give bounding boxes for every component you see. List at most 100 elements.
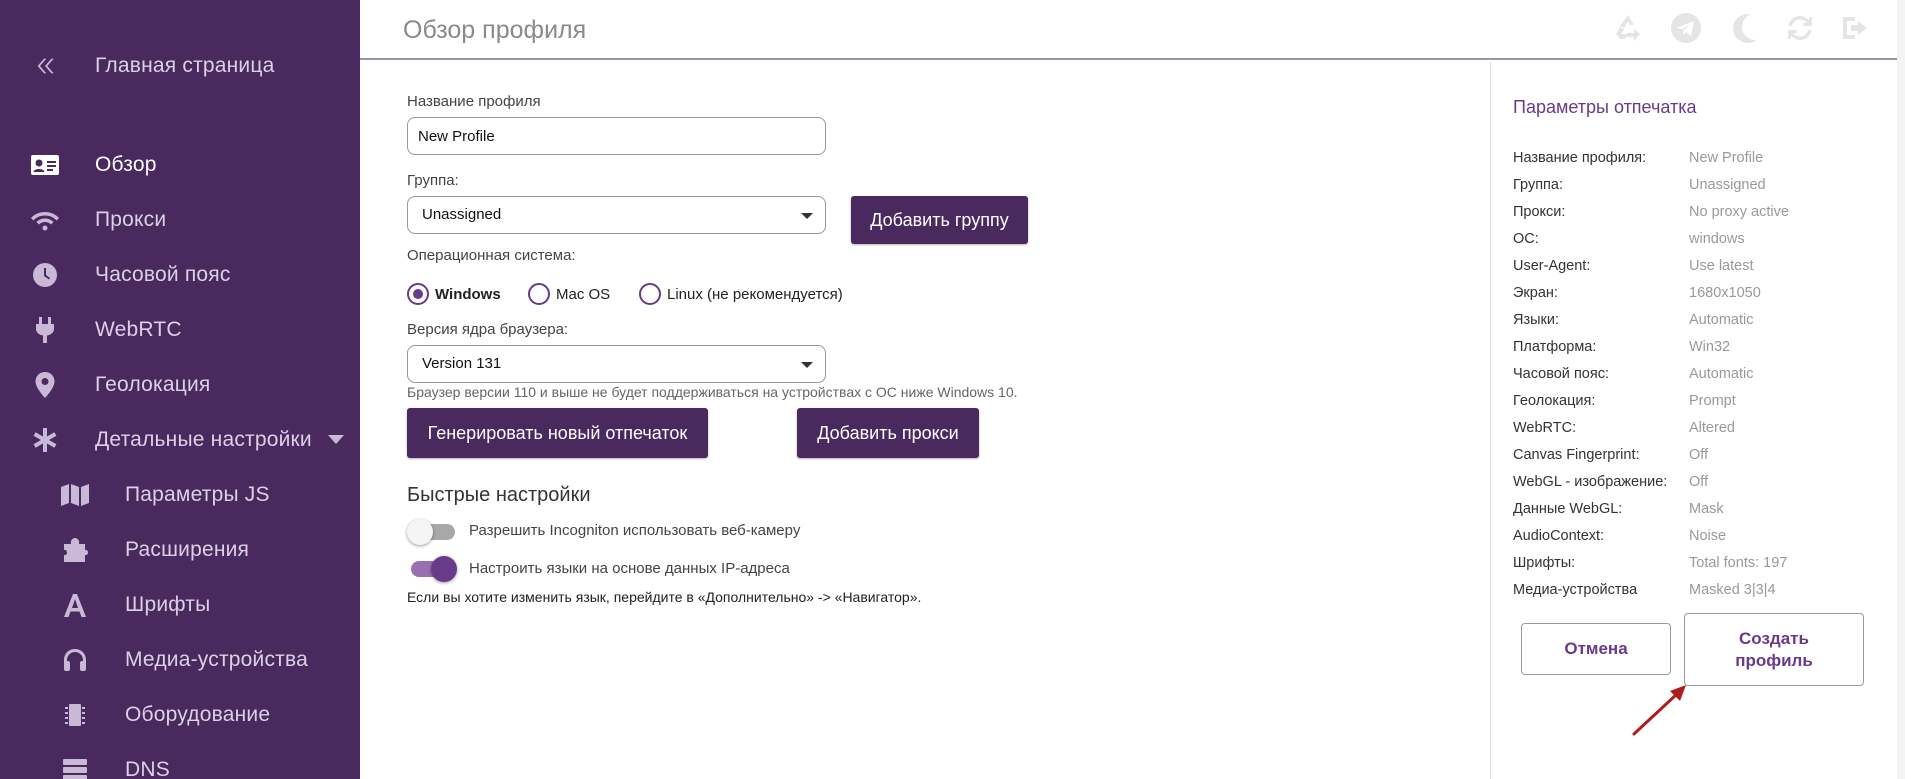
- moon-icon[interactable]: [1728, 12, 1760, 44]
- font-icon: [59, 589, 91, 621]
- wifi-icon: [29, 204, 61, 236]
- sidebar-item-extensions[interactable]: Расширения: [0, 525, 360, 575]
- quick-settings-title: Быстрые настройки: [407, 484, 591, 506]
- fingerprint-row: Платформа: Win32: [1513, 339, 1883, 366]
- sidebar: Главная страница Обзор Прокси Часовой по…: [0, 0, 360, 779]
- id-card-icon: [29, 149, 61, 181]
- ip-languages-toggle[interactable]: [407, 556, 457, 582]
- fingerprint-key: ОС:: [1513, 231, 1539, 247]
- fingerprint-value: Automatic: [1689, 366, 1754, 382]
- sidebar-item-label: Часовой пояс: [95, 263, 231, 286]
- browser-version-label: Версия ядра браузера:: [407, 321, 569, 338]
- fingerprint-row: Геолокация: Prompt: [1513, 393, 1883, 420]
- chip-icon: [59, 699, 91, 731]
- fingerprint-key: Canvas Fingerprint:: [1513, 447, 1640, 463]
- sidebar-item-geolocation[interactable]: Геолокация: [0, 360, 360, 410]
- os-radio-windows[interactable]: Windows: [407, 283, 501, 305]
- fingerprint-row: Название профиля: New Profile: [1513, 150, 1883, 177]
- fingerprint-row: AudioContext: Noise: [1513, 528, 1883, 555]
- toggle-knob: [431, 556, 457, 582]
- sidebar-item-fonts[interactable]: Шрифты: [0, 580, 360, 630]
- sidebar-item-label: Главная страница: [95, 54, 275, 77]
- os-label: Операционная система:: [407, 247, 576, 264]
- telegram-icon[interactable]: [1670, 12, 1702, 44]
- fingerprint-value: No proxy active: [1689, 204, 1789, 220]
- sign-out-icon[interactable]: [1840, 12, 1872, 44]
- add-proxy-button[interactable]: Добавить прокси: [797, 408, 979, 458]
- fingerprint-row: Группа: Unassigned: [1513, 177, 1883, 204]
- sidebar-item-dns[interactable]: DNS: [0, 745, 360, 779]
- toggle-knob: [407, 519, 433, 545]
- profile-name-input[interactable]: [407, 117, 826, 155]
- fingerprint-row: User-Agent: Use latest: [1513, 258, 1883, 285]
- fingerprint-value: Off: [1689, 474, 1709, 490]
- sidebar-item-home[interactable]: Главная страница: [0, 41, 360, 91]
- fingerprint-value: Total fonts: 197: [1689, 555, 1788, 571]
- caret-down-icon: [801, 213, 813, 219]
- add-group-button[interactable]: Добавить группу: [851, 196, 1028, 244]
- recycle-icon[interactable]: [1612, 12, 1644, 44]
- sidebar-item-label: WebRTC: [95, 318, 182, 341]
- os-radio-macos[interactable]: Mac OS: [528, 283, 610, 305]
- fingerprint-key: Группа:: [1513, 177, 1563, 193]
- language-note: Если вы хотите изменить язык, перейдите …: [407, 589, 922, 605]
- fingerprint-value: New Profile: [1689, 150, 1764, 166]
- generate-fingerprint-button[interactable]: Генерировать новый отпечаток: [407, 408, 708, 458]
- sidebar-item-media-devices[interactable]: Медиа-устройства: [0, 635, 360, 685]
- fingerprint-key: Медиа-устройства: [1513, 582, 1638, 598]
- clock-icon: [29, 259, 61, 291]
- profile-form: Название профиля Группа: Unassigned Доба…: [360, 62, 1490, 779]
- sidebar-item-hardware[interactable]: Оборудование: [0, 690, 360, 740]
- caret-down-icon: [801, 362, 813, 368]
- fingerprint-value: Automatic: [1689, 312, 1754, 328]
- group-label: Группа:: [407, 172, 459, 189]
- refresh-icon[interactable]: [1784, 12, 1816, 44]
- sidebar-item-advanced[interactable]: Детальные настройки: [0, 415, 360, 465]
- sidebar-item-timezone[interactable]: Часовой пояс: [0, 250, 360, 300]
- page-title: Обзор профиля: [403, 16, 587, 44]
- fingerprint-key: WebGL - изображение:: [1513, 474, 1668, 490]
- puzzle-icon: [59, 534, 91, 566]
- headphones-icon: [59, 644, 91, 676]
- cancel-button[interactable]: Отмена: [1521, 623, 1671, 675]
- sidebar-item-label: Шрифты: [125, 593, 211, 616]
- webcam-toggle[interactable]: [407, 519, 455, 545]
- create-profile-button[interactable]: Создать профиль: [1684, 613, 1864, 686]
- annotation-arrow-icon: [1632, 685, 1686, 736]
- scrollbar[interactable]: [1897, 0, 1905, 779]
- browser-version-select[interactable]: Version 131: [407, 345, 826, 383]
- fingerprint-value: Use latest: [1689, 258, 1754, 274]
- profile-name-label: Название профиля: [407, 93, 541, 110]
- os-radio-linux[interactable]: Linux (не рекомендуется): [639, 283, 843, 305]
- group-select[interactable]: Unassigned: [407, 196, 826, 234]
- fingerprint-value: Off: [1689, 447, 1709, 463]
- os-radio-label: Linux (не рекомендуется): [667, 285, 843, 303]
- chevron-down-icon: [328, 435, 344, 444]
- header-bar: Обзор профиля: [360, 0, 1897, 60]
- sidebar-item-label: Обзор: [95, 153, 157, 176]
- fingerprint-key: Прокси:: [1513, 204, 1566, 220]
- sidebar-item-proxy[interactable]: Прокси: [0, 195, 360, 245]
- asterisk-icon: [29, 424, 61, 456]
- fingerprint-row: WebRTC: Altered: [1513, 420, 1883, 447]
- map-pin-icon: [29, 369, 61, 401]
- sidebar-item-overview[interactable]: Обзор: [0, 140, 360, 190]
- sidebar-item-webrtc[interactable]: WebRTC: [0, 305, 360, 355]
- fingerprint-row: Прокси: No proxy active: [1513, 204, 1883, 231]
- fingerprint-key: Языки:: [1513, 312, 1560, 328]
- webcam-toggle-label: Разрешить Incogniton использовать веб-ка…: [469, 522, 801, 539]
- fingerprint-key: Название профиля:: [1513, 150, 1647, 166]
- fingerprint-value: 1680x1050: [1689, 285, 1761, 301]
- fingerprint-key: AudioContext:: [1513, 528, 1605, 544]
- browser-version-hint: Браузер версии 110 и выше не будет подде…: [407, 384, 1018, 400]
- fingerprint-summary-panel: Параметры отпечатка Название профиля: New…: [1490, 62, 1897, 779]
- sidebar-item-label: Расширения: [125, 538, 250, 561]
- sidebar-item-label: DNS: [125, 758, 170, 779]
- sidebar-item-label: Детальные настройки: [95, 428, 312, 451]
- sidebar-item-js-params[interactable]: Параметры JS: [0, 470, 360, 520]
- fingerprint-value: Noise: [1689, 528, 1727, 544]
- fingerprint-row: Экран: 1680x1050: [1513, 285, 1883, 312]
- fingerprint-key: Экран:: [1513, 285, 1558, 301]
- fingerprint-row: ОС: windows: [1513, 231, 1883, 258]
- fingerprint-row: Шрифты: Total fonts: 197: [1513, 555, 1883, 582]
